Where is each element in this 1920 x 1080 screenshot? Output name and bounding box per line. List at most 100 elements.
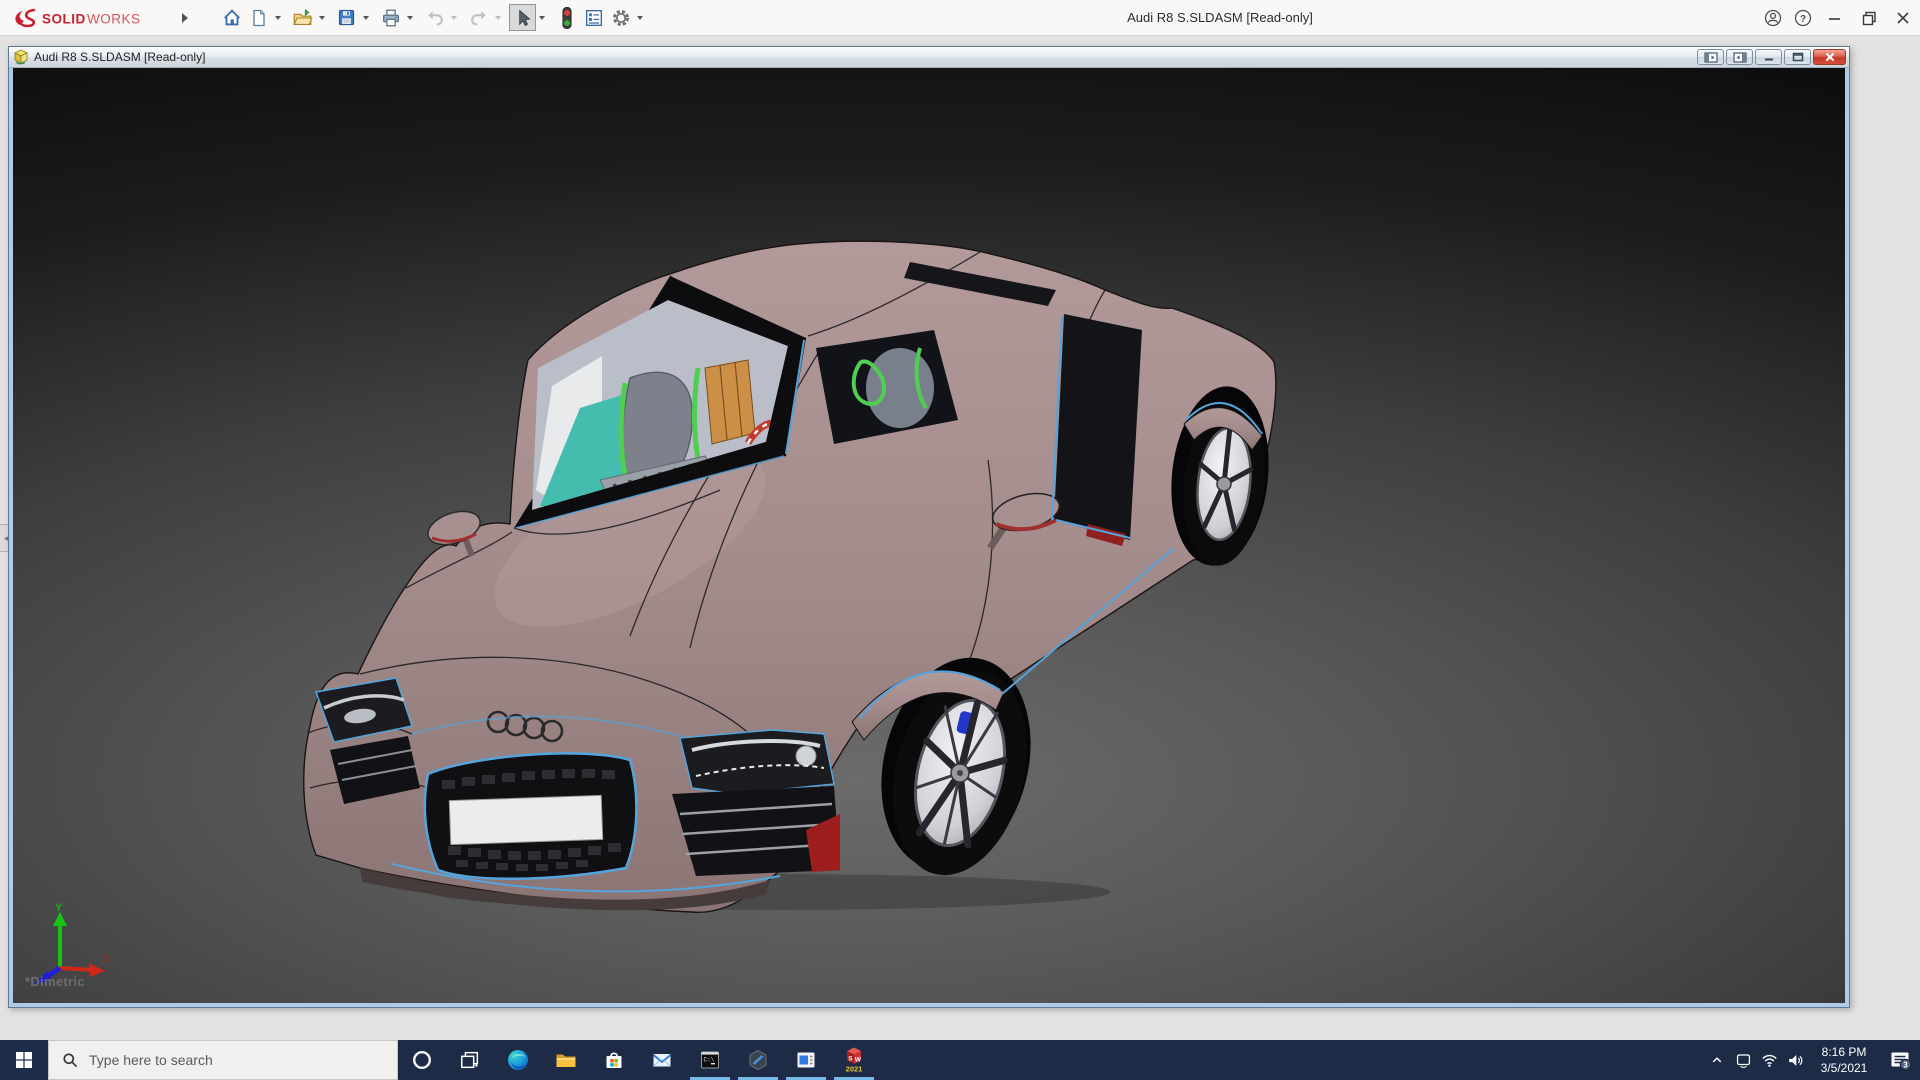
tablet-mode-button[interactable]: [1730, 1040, 1756, 1080]
rebuild-button[interactable]: [553, 4, 580, 31]
new-document-dropdown-arrow[interactable]: [272, 4, 283, 31]
breadcrumb-expand-icon[interactable]: [182, 13, 188, 23]
assembly-file-icon: [13, 49, 29, 65]
store-button[interactable]: [590, 1040, 638, 1080]
restore-button[interactable]: [1852, 0, 1886, 36]
print-button[interactable]: [377, 4, 404, 31]
close-button[interactable]: [1886, 0, 1920, 36]
headlight-right-projector: [796, 746, 816, 766]
redo-button[interactable]: [465, 4, 492, 31]
cortana-button[interactable]: [398, 1040, 446, 1080]
file-explorer-button[interactable]: [542, 1040, 590, 1080]
document-titlebar[interactable]: Audi R8 S.SLDASM [Read-only]: [9, 47, 1849, 68]
task-view-icon: [459, 1049, 481, 1071]
view-orientation-label: *Dimetric: [25, 974, 85, 989]
search-input[interactable]: [89, 1052, 369, 1068]
windows-logo-icon: [15, 1051, 33, 1069]
clock-time: 8:16 PM: [1812, 1044, 1876, 1060]
solidworks-logo: SOLID WORKS: [10, 6, 168, 30]
wifi-icon: [1760, 1051, 1779, 1070]
side-blade: [1054, 314, 1142, 540]
open-dropdown-arrow[interactable]: [316, 4, 327, 31]
search-icon: [61, 1051, 79, 1069]
svg-text:S: S: [848, 1056, 853, 1063]
y-axis-arrowhead: [53, 912, 67, 926]
cortana-icon: [411, 1049, 433, 1071]
hexagon-app-button[interactable]: [734, 1040, 782, 1080]
triad-y-label: Y: [55, 902, 63, 914]
tray-clock[interactable]: 8:16 PM 3/5/2021: [1812, 1044, 1876, 1076]
volume-icon: [1786, 1051, 1805, 1070]
options-gear-button[interactable]: [607, 4, 634, 31]
chevron-up-icon: [1708, 1051, 1726, 1069]
blue-window-app-icon: [794, 1048, 818, 1072]
solidworks-taskbar-button[interactable]: S W 2021: [830, 1040, 878, 1080]
triad-x-label: X: [103, 954, 110, 965]
edge-button[interactable]: [494, 1040, 542, 1080]
wifi-button[interactable]: [1756, 1040, 1782, 1080]
mail-button[interactable]: [638, 1040, 686, 1080]
select-tool-button[interactable]: [509, 4, 536, 31]
undo-dropdown-arrow[interactable]: [448, 4, 459, 31]
save-button[interactable]: [333, 4, 360, 31]
document-body: Y X *Dimetric: [9, 68, 1849, 1007]
notification-badge: 3: [1903, 1060, 1908, 1069]
x-axis: [60, 968, 93, 970]
svg-text:WORKS: WORKS: [87, 11, 141, 26]
save-dropdown-arrow[interactable]: [360, 4, 371, 31]
command-prompt-icon: C:\: [698, 1048, 722, 1072]
store-icon: [602, 1048, 626, 1072]
windows-taskbar: C:\ S W 2021 8:16: [0, 1040, 1920, 1080]
new-document-button[interactable]: [245, 4, 272, 31]
graphics-viewport[interactable]: Y X *Dimetric: [13, 68, 1845, 1003]
minimize-button[interactable]: [1818, 0, 1852, 36]
mdi-client-area: ◂ Audi R8 S.SLDASM [Read-only]: [0, 36, 1920, 1040]
document-window: Audi R8 S.SLDASM [Read-only]: [8, 46, 1850, 1008]
document-title: Audi R8 S.SLDASM [Read-only]: [34, 50, 205, 64]
edge-icon: [506, 1048, 530, 1072]
redo-dropdown-arrow[interactable]: [492, 4, 503, 31]
system-tray: 8:16 PM 3/5/2021 3: [1704, 1040, 1920, 1080]
collapse-left-pane-button[interactable]: [1697, 49, 1724, 65]
help-icon[interactable]: ?: [1788, 0, 1818, 36]
file-properties-button[interactable]: [580, 4, 607, 31]
undo-button[interactable]: [421, 4, 448, 31]
mail-icon: [650, 1048, 674, 1072]
task-view-button[interactable]: [446, 1040, 494, 1080]
account-icon[interactable]: [1758, 0, 1788, 36]
action-center-button[interactable]: 3: [1880, 1040, 1920, 1080]
license-plate: [449, 795, 602, 844]
file-explorer-icon: [554, 1048, 578, 1072]
svg-text:SOLID: SOLID: [42, 11, 86, 26]
tablet-mode-icon: [1734, 1051, 1753, 1070]
collapse-right-pane-button[interactable]: [1726, 49, 1753, 65]
quick-access-toolbar: [218, 4, 651, 31]
svg-text:?: ?: [1800, 14, 1806, 25]
document-close-button[interactable]: [1813, 49, 1846, 65]
svg-text:C:\: C:\: [704, 1057, 715, 1064]
document-minimize-button[interactable]: [1755, 49, 1782, 65]
options-dropdown-arrow[interactable]: [634, 4, 645, 31]
open-button[interactable]: [289, 4, 316, 31]
tray-overflow-chevron[interactable]: [1704, 1040, 1730, 1080]
blue-window-app-button[interactable]: [782, 1040, 830, 1080]
app-titlebar: SOLID WORKS: [0, 0, 1920, 36]
document-window-buttons: [1695, 49, 1849, 65]
app-window-title: Audi R8 S.SLDASM [Read-only]: [1020, 0, 1420, 36]
select-tool-dropdown-arrow[interactable]: [536, 4, 547, 31]
audi-r8-model[interactable]: [300, 228, 1290, 918]
notification-icon: 3: [1888, 1048, 1912, 1072]
hexagon-app-icon: [746, 1048, 770, 1072]
start-button[interactable]: [0, 1040, 48, 1080]
print-dropdown-arrow[interactable]: [404, 4, 415, 31]
home-button[interactable]: [218, 4, 245, 31]
command-prompt-button[interactable]: C:\: [686, 1040, 734, 1080]
svg-text:W: W: [855, 1057, 862, 1064]
volume-button[interactable]: [1782, 1040, 1808, 1080]
svg-text:2021: 2021: [846, 1065, 863, 1074]
document-restore-button[interactable]: [1784, 49, 1811, 65]
window-controls: ?: [1758, 0, 1920, 36]
taskbar-search[interactable]: [48, 1040, 398, 1080]
clock-date: 3/5/2021: [1812, 1060, 1876, 1076]
home-door: [230, 19, 233, 24]
